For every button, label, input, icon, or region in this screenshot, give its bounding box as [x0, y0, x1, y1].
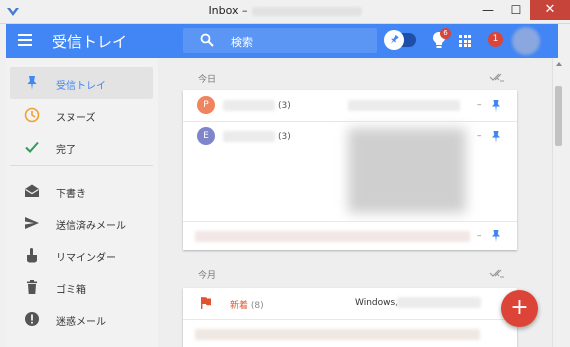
- sidebar-item-label: 送信済みメール: [56, 221, 126, 232]
- scrollbar[interactable]: [552, 58, 564, 347]
- sidebar-item-label: ゴミ箱: [56, 285, 86, 296]
- sidebar-item-trash[interactable]: ゴミ箱: [10, 271, 153, 303]
- sender-name-redacted: [223, 100, 275, 111]
- thread-card-today: P (3) – E (3) – –: [183, 90, 517, 250]
- menu-icon[interactable]: [18, 34, 32, 46]
- sidebar: 受信トレイ スヌーズ 完了 下書き 送信済みメール リマインダー ゴミ箱 迷惑メ…: [6, 58, 158, 347]
- sidebar-item-snooze[interactable]: スヌーズ: [10, 99, 153, 131]
- thread-separator: –: [477, 100, 482, 110]
- sender-name-redacted: [223, 131, 275, 142]
- minimize-button[interactable]: —: [474, 0, 502, 20]
- thread-row[interactable]: –: [183, 221, 517, 250]
- bundle-preview: Windows,: [355, 298, 399, 308]
- sidebar-item-spam[interactable]: 迷惑メール: [10, 303, 153, 335]
- send-icon: [25, 217, 39, 229]
- compose-button[interactable]: +: [501, 290, 538, 327]
- sender-avatar: E: [197, 127, 215, 145]
- thread-row[interactable]: P (3) –: [183, 90, 517, 121]
- reminder-hand-icon: [27, 248, 37, 263]
- pin-icon: [390, 35, 399, 44]
- pinned-toggle[interactable]: [384, 30, 416, 50]
- bundle-preview-redacted: [397, 297, 481, 308]
- sidebar-item-label: スヌーズ: [56, 113, 96, 124]
- section-label-this-month: 今月: [198, 271, 217, 281]
- preview-image-redacted: [348, 128, 466, 213]
- scroll-up-arrow[interactable]: [556, 62, 562, 66]
- bundle-label: 新着 (8): [230, 298, 264, 311]
- sidebar-item-label: 完了: [56, 145, 76, 156]
- pin-icon[interactable]: [491, 131, 501, 143]
- search-input[interactable]: 検索: [183, 28, 377, 53]
- pin-icon[interactable]: [491, 230, 501, 242]
- check-icon: [25, 141, 39, 153]
- thread-separator: –: [477, 131, 482, 141]
- sidebar-item-reminders[interactable]: リマインダー: [10, 239, 153, 271]
- sidebar-item-drafts[interactable]: 下書き: [10, 175, 153, 207]
- scrollbar-thumb[interactable]: [555, 86, 562, 146]
- sidebar-item-label: 下書き: [56, 189, 86, 200]
- bundle-row[interactable]: 新着 (8) Windows,: [183, 288, 517, 319]
- spam-icon: [25, 312, 39, 326]
- bundle-name: 新着: [230, 301, 249, 311]
- thread-separator: –: [477, 231, 482, 241]
- bundle-count: (8): [250, 301, 264, 311]
- window-title-redacted: [251, 6, 362, 16]
- apps-grid-icon[interactable]: [459, 35, 471, 47]
- mark-all-done-icon[interactable]: [489, 268, 505, 278]
- section-label-today: 今日: [198, 75, 217, 85]
- thread-content-redacted: [195, 231, 470, 242]
- clock-icon: [24, 107, 40, 123]
- sidebar-item-label: 受信トレイ: [56, 81, 106, 92]
- sidebar-item-sent[interactable]: 送信済みメール: [10, 207, 153, 239]
- sidebar-divider: [10, 165, 153, 166]
- lightbulb-badge: 6: [440, 28, 451, 39]
- thread-row[interactable]: [183, 319, 517, 347]
- window-title-text: Inbox –: [208, 4, 248, 17]
- sender-avatar: P: [197, 96, 215, 114]
- thread-row[interactable]: E (3) –: [183, 121, 517, 221]
- page-title: 受信トレイ: [52, 33, 128, 51]
- notification-badge[interactable]: 1: [488, 32, 503, 47]
- sidebar-item-done[interactable]: 完了: [10, 131, 153, 163]
- toggle-knob: [384, 30, 404, 50]
- avatar[interactable]: [512, 27, 540, 55]
- sidebar-item-label: リマインダー: [56, 253, 116, 264]
- subject-redacted: [348, 100, 460, 111]
- thread-content-redacted: [195, 329, 480, 340]
- maximize-button[interactable]: ☐: [502, 0, 530, 20]
- sidebar-item-inbox[interactable]: 受信トレイ: [10, 67, 153, 99]
- thread-count: (3): [278, 101, 291, 111]
- thread-count: (3): [278, 132, 291, 142]
- mark-all-done-icon[interactable]: [489, 72, 505, 82]
- thread-card-this-month: 新着 (8) Windows,: [183, 288, 517, 347]
- sidebar-item-label: 迷惑メール: [56, 317, 106, 328]
- app-header: 受信トレイ 検索 6 1: [6, 24, 558, 58]
- search-placeholder: 検索: [231, 36, 253, 49]
- close-button[interactable]: ✕: [530, 0, 570, 20]
- drafts-icon: [25, 184, 39, 197]
- pin-icon: [27, 76, 37, 90]
- trash-icon: [27, 280, 37, 294]
- thread-list: 今日 P (3) – E (3) – – 今月 新着 (8) Windows,: [158, 58, 552, 347]
- search-icon: [200, 33, 214, 47]
- flag-icon: [201, 297, 211, 309]
- pin-icon[interactable]: [491, 100, 501, 112]
- window-titlebar: Inbox – — ☐ ✕: [0, 0, 570, 24]
